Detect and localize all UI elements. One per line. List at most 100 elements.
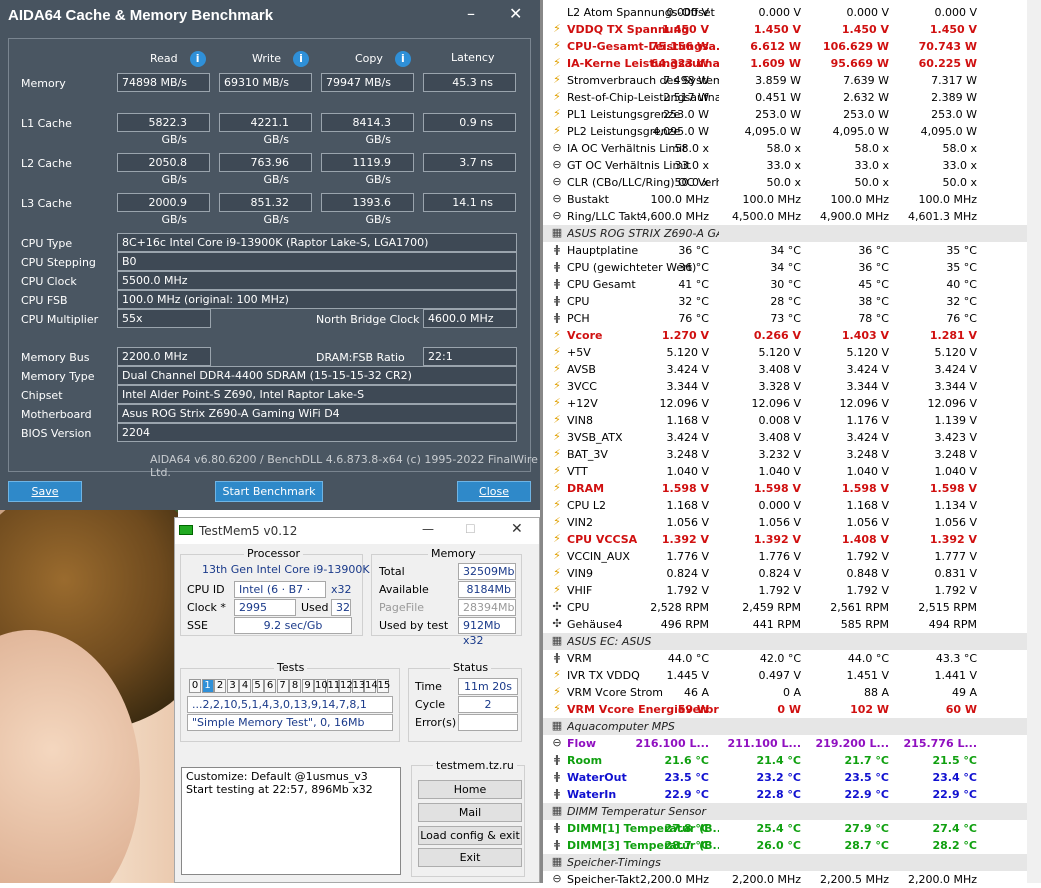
sensor-value: 58.0 x [854, 142, 890, 155]
sensor-row[interactable]: ǂ DIMM[1] Temperatur (B... 27.8 °C 25.4 °C 2… [543, 820, 1027, 837]
sensor-row[interactable]: ⚡ VTT 1.040 V 1.040 V 1.040 V 1.040 V [543, 463, 1027, 480]
hwinfo-sensor-panel: L2 Atom Spannungs-Offset 0.000 V 0.000 V 0.… [540, 0, 1041, 886]
sensor-row[interactable]: ⚡ VIN9 0.824 V 0.824 V 0.848 V 0.831 V [543, 565, 1027, 582]
sensor-row[interactable]: ⚡ 3VSB_ATX 3.424 V 3.408 V 3.424 V 3.423 V [543, 429, 1027, 446]
mail-button[interactable]: Mail [418, 803, 522, 822]
voltage-icon: ⚡ [553, 90, 561, 103]
save-button[interactable]: Save [8, 481, 82, 502]
row-label: Memory [21, 77, 66, 90]
test-number[interactable]: 6 [264, 679, 276, 693]
close-icon[interactable]: ✕ [511, 521, 523, 537]
exit-button[interactable]: Exit [418, 848, 522, 867]
sensor-row[interactable]: ⚡ CPU L2 1.168 V 0.000 V 1.168 V 1.134 V [543, 497, 1027, 514]
test-number[interactable]: 14 [364, 679, 378, 693]
test-number[interactable]: 1 [201, 679, 214, 693]
close-icon[interactable]: ✕ [509, 4, 522, 23]
home-button[interactable]: Home [418, 780, 522, 799]
sensor-row[interactable]: ⚡ AVSB 3.424 V 3.408 V 3.424 V 3.424 V [543, 361, 1027, 378]
sensor-row[interactable]: ⚡ +12V 12.096 V 12.096 V 12.096 V 12.096 V [543, 395, 1027, 412]
test-number[interactable]: 4 [239, 679, 251, 693]
test-number[interactable]: 11 [326, 679, 340, 693]
sensor-row[interactable]: ǂ VRM 44.0 °C 42.0 °C 44.0 °C 43.3 °C [543, 650, 1027, 667]
maximize-button[interactable]: ☐ [465, 522, 476, 536]
info-icon[interactable]: i [293, 51, 310, 67]
sensor-row[interactable]: ⚡VRM Vcore Energieverbra...59 W0 W102 W6… [543, 701, 1027, 718]
sensor-row[interactable]: ⊖ Ring/LLC Takt 4,600.0 MHz 4,500.0 MHz 4,90… [543, 208, 1027, 225]
sensor-row[interactable]: L2 Atom Spannungs-Offset 0.000 V 0.000 V 0.… [543, 4, 1027, 21]
sensor-row[interactable]: ⊖ CLR (CBo/LLC/Ring) OC Verh... 50.0 x 50.0… [543, 174, 1027, 191]
sensor-row[interactable]: ⚡ BAT_3V 3.248 V 3.232 V 3.248 V 3.248 V [543, 446, 1027, 463]
sensor-row[interactable]: ⚡ Rest-of-Chip-Leistungsaufna... 2.517 W 0.… [543, 89, 1027, 106]
log-area[interactable]: Customize: Default @1usmus_v3 Start test… [181, 767, 401, 875]
sensor-row[interactable]: ǂ WaterIn 22.9 °C 22.8 °C 22.9 °C 22.9 °C [543, 786, 1027, 803]
sensor-row[interactable]: ⚡ IVR TX VDDQ 1.445 V 0.497 V 1.451 V 1.441 V [543, 667, 1027, 684]
sensor-group-header[interactable]: ▦ DIMM Temperatur Sensor [543, 803, 1027, 820]
start-benchmark-button[interactable]: Start Benchmark [215, 481, 323, 502]
minimize-button[interactable]: — [422, 522, 434, 536]
sensor-value: 33.0 x [854, 159, 890, 172]
cpu-clock-value: 5500.0 MHz [117, 271, 517, 290]
test-number[interactable]: 10 [314, 679, 328, 693]
sensor-row[interactable]: ǂ Hauptplatine 36 °C 34 °C 36 °C 35 °C [543, 242, 1027, 259]
close-button[interactable]: Close [457, 481, 531, 502]
sensor-row[interactable]: ⊖ IA OC Verhältnis Limit 58.0 x 58.0 x 58.0 … [543, 140, 1027, 157]
test-number[interactable]: 5 [251, 679, 264, 693]
test-number[interactable]: 13 [351, 679, 365, 693]
sensor-group-header[interactable]: ▦ Speicher-Timings [543, 854, 1027, 871]
sensor-row[interactable]: ⊖ Bustakt 100.0 MHz 100.0 MHz 100.0 MHz 100.0… [543, 191, 1027, 208]
sensor-group-header[interactable]: ▦ ASUS EC: ASUS [543, 633, 1027, 650]
sensor-row[interactable]: ⊖ GT OC Verhältnis Limit 33.0 x 33.0 x 33.0 … [543, 157, 1027, 174]
test-number[interactable]: 9 [301, 679, 314, 693]
sensor-value: 5.120 V [846, 346, 889, 359]
sensor-row[interactable]: ⚡ PL1 Leistungsgrenze 253.0 W 253.0 W 253.0 … [543, 106, 1027, 123]
sensor-row[interactable]: ⚡ 3VCC 3.344 V 3.328 V 3.344 V 3.344 V [543, 378, 1027, 395]
sensor-row[interactable]: ǂ CPU 32 °C 28 °C 38 °C 32 °C [543, 293, 1027, 310]
sensor-row[interactable]: ⚡ CPU VCCSA 1.392 V 1.392 V 1.408 V 1.392 V [543, 531, 1027, 548]
window-title: TestMem5 v0.12 [199, 524, 298, 538]
load-config-button[interactable]: Load config & exit [418, 826, 522, 845]
sensor-row[interactable]: ǂ CPU Gesamt 41 °C 30 °C 45 °C 40 °C [543, 276, 1027, 293]
sensor-row[interactable]: ǂ CPU (gewichteter Wert) 36 °C 34 °C 36 °C 35… [543, 259, 1027, 276]
info-icon[interactable]: i [189, 51, 206, 67]
test-number[interactable]: 15 [376, 679, 390, 693]
test-number[interactable]: 12 [339, 679, 353, 693]
sensor-row[interactable]: ǂ Room 21.6 °C 21.4 °C 21.7 °C 21.5 °C [543, 752, 1027, 769]
sensor-value: 2.517 W [663, 91, 709, 104]
sensor-row[interactable]: ǂ DIMM[3] Temperatur (B... 28.7 °C 26.0 °C 2… [543, 837, 1027, 854]
sensor-row[interactable]: ǂ PCH 76 °C 73 °C 78 °C 76 °C [543, 310, 1027, 327]
sensor-row[interactable]: ⚡ VRM Vcore Strom 46 A0 A 88 A 49 A [543, 684, 1027, 701]
sensor-row[interactable]: ⚡ Vcore 1.270 V 0.266 V 1.403 V 1.281 V [543, 327, 1027, 344]
info-icon[interactable]: i [394, 51, 411, 67]
sensor-row[interactable]: ⚡ DRAM 1.598 V 1.598 V 1.598 V 1.598 V [543, 480, 1027, 497]
minimize-button[interactable]: – [467, 4, 475, 23]
sensor-row[interactable]: ⚡ IA-Kerne Leistungsaufna... 64.323 W 1.609… [543, 55, 1027, 72]
test-number[interactable]: 3 [226, 679, 239, 693]
test-number[interactable]: 0 [189, 679, 201, 693]
test-selector[interactable]: 0 1 2 3 4 5 6 7 8 9 101112131415 [189, 679, 390, 693]
sensor-group-header[interactable]: ▦ Aquacomputer MPS [543, 718, 1027, 735]
sensor-row[interactable]: ⚡ PL2 Leistungsgrenze 4,095.0 W 4,095.0 W 4,… [543, 123, 1027, 140]
sensor-value: 5.120 V [758, 346, 801, 359]
sensor-row[interactable]: ⚡ +5V 5.120 V 5.120 V 5.120 V 5.120 V [543, 344, 1027, 361]
sensor-row[interactable]: ⚡ VHIF 1.792 V 1.792 V 1.792 V 1.792 V [543, 582, 1027, 599]
sensor-row[interactable]: ⊖ Flow 216.100 L... 211.100 L... 219.200 L..… [543, 735, 1027, 752]
test-number[interactable]: 7 [276, 679, 289, 693]
sensor-row[interactable]: ⚡ VDDQ TX Spannung 1.450 V 1.450 V 1.450 V 1.… [543, 21, 1027, 38]
sensor-value: 1.792 V [666, 584, 709, 597]
sensor-row[interactable]: ✣ Gehäuse4 496 RPM 441 RPM 585 RPM 494 RPM [543, 616, 1027, 633]
test-number[interactable]: 2 [214, 679, 226, 693]
sensor-row[interactable]: ⚡ VIN8 1.168 V 0.008 V 1.176 V 1.139 V [543, 412, 1027, 429]
sensor-value: 100.0 MHz [918, 193, 977, 206]
sensor-row[interactable]: ⚡ CPU-Gesamt-Leistungsa... 75.156 W 6.612 W… [543, 38, 1027, 55]
thermometer-icon: ǂ [554, 311, 560, 324]
sensor-row[interactable]: ⚡ VIN2 1.056 V 1.056 V 1.056 V 1.056 V [543, 514, 1027, 531]
sensor-row[interactable]: ǂ WaterOut 23.5 °C 23.2 °C 23.5 °C 23.4 °C [543, 769, 1027, 786]
sensor-group-header[interactable]: ▦ ASUS ROG STRIX Z690-A GA... [543, 225, 1027, 242]
test-number[interactable]: 8 [289, 679, 301, 693]
sensor-row[interactable]: ⊖ Speicher-Takt 2,200.0 MHz 2,200.0 MHz 2,20… [543, 871, 1027, 888]
sensor-row[interactable]: ⚡ VCCIN_AUX 1.776 V 1.776 V 1.792 V 1.777 V [543, 548, 1027, 565]
sensor-row[interactable]: ✣ CPU 2,528 RPM 2,459 RPM 2,561 RPM 2,515 RPM [543, 599, 1027, 616]
sensor-value: 3.424 V [934, 363, 977, 376]
scrollbar[interactable] [1027, 0, 1041, 883]
sensor-row[interactable]: ⚡Stromverbrauch des System ...7.498 W3.8… [543, 72, 1027, 89]
